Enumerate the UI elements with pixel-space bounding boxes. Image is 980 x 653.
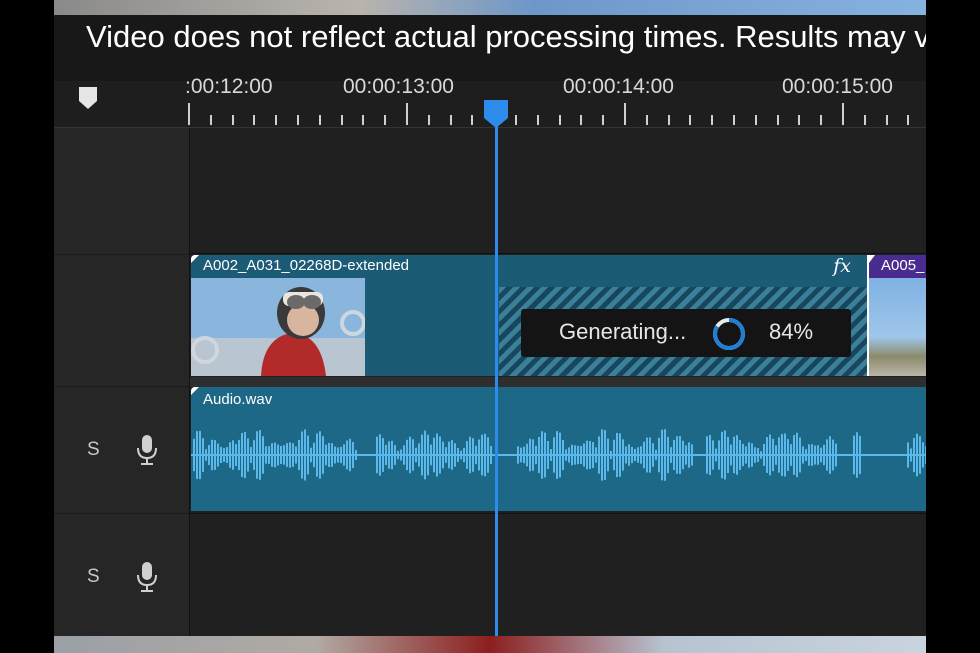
clip-name: Audio.wav [203,391,273,408]
timecode-label: 00:00:15:00 [782,75,893,98]
ruler-tick [231,115,234,125]
timecode-label: 00:00:14:00 [563,75,674,98]
audio-clip[interactable]: Audio.wav [191,387,926,511]
ruler-tick [188,103,190,125]
ruler-tick [754,115,757,125]
track-header-v2 [54,128,189,255]
disclaimer-text: Video does not reflect actual processing… [86,19,926,54]
ruler-tick [624,103,626,125]
timeline-frame: Video does not reflect actual processing… [54,0,926,653]
background-video-bottom [54,636,926,653]
ruler-tick [798,115,801,125]
ruler-tick [558,115,561,125]
marker-icon[interactable] [79,87,97,109]
solo-button[interactable]: S [87,566,100,588]
clip-corner-icon [191,255,199,263]
ruler-tick [384,115,387,125]
ruler-tick [209,115,212,125]
ruler-tick [907,115,910,125]
timecode-label: 00:00:13:00 [343,75,454,98]
ruler-tick [602,115,605,125]
microphone-icon[interactable] [136,434,158,466]
progress-spinner-icon [713,318,745,350]
timecode-label: :00:12:00 [185,75,273,98]
clip-thumbnail [869,278,926,376]
ruler-tick [667,115,670,125]
track-header-a2: S [54,514,189,637]
ruler-tick [711,115,714,125]
ruler-tick [689,115,692,125]
ruler-tick [863,115,866,125]
ruler-tick [776,115,779,125]
ruler-tick [515,115,517,125]
ruler-tick [820,115,823,125]
ruler-tick [449,115,452,125]
ruler-tick [362,115,365,125]
track-headers: S S [54,128,189,637]
microphone-icon[interactable] [136,561,158,593]
clip-name: A002_A031_02268D-extended [203,257,410,274]
generating-percent: 84% [769,319,814,344]
video-clip[interactable]: A002_A031_02268D-extended fx Generating.… [191,255,867,376]
playhead-line[interactable] [495,108,498,636]
ruler-tick [580,115,583,125]
track-header-a1: S [54,387,189,514]
track-divider [190,253,926,254]
track-area[interactable]: A002_A031_02268D-extended fx Generating.… [189,128,926,636]
ruler-tick [733,115,735,125]
track-divider [190,513,926,514]
ruler-tick [340,115,343,125]
ruler-tick [885,115,888,125]
ruler-tick [645,115,648,125]
clip-corner-icon [869,255,875,263]
generating-status: Generating... 84% [521,309,851,357]
track-gutter [190,377,926,387]
clip-corner-icon [191,387,199,395]
ruler-tick [406,103,408,125]
generating-region: Generating... 84% [499,287,867,376]
generating-label: Generating... [559,319,687,344]
clip-thumbnail [191,278,365,376]
ruler-tick [275,115,278,125]
ruler-tick [842,103,844,125]
fx-badge[interactable]: fx [833,255,851,277]
clip-name: A005_ [881,257,925,274]
next-video-clip[interactable]: A005_ [867,255,926,376]
ruler-tick [297,115,299,125]
ruler-tick [536,115,539,125]
ruler-tick [253,115,256,125]
solo-button[interactable]: S [87,439,100,461]
background-video-top [54,0,926,16]
playhead-handle[interactable] [484,100,508,128]
ruler-tick [427,115,430,125]
audio-waveform [191,429,926,481]
disclaimer-banner: Video does not reflect actual processing… [54,15,926,81]
ruler-tick [318,115,321,125]
ruler-tick [471,115,474,125]
track-header-v1 [54,255,189,387]
